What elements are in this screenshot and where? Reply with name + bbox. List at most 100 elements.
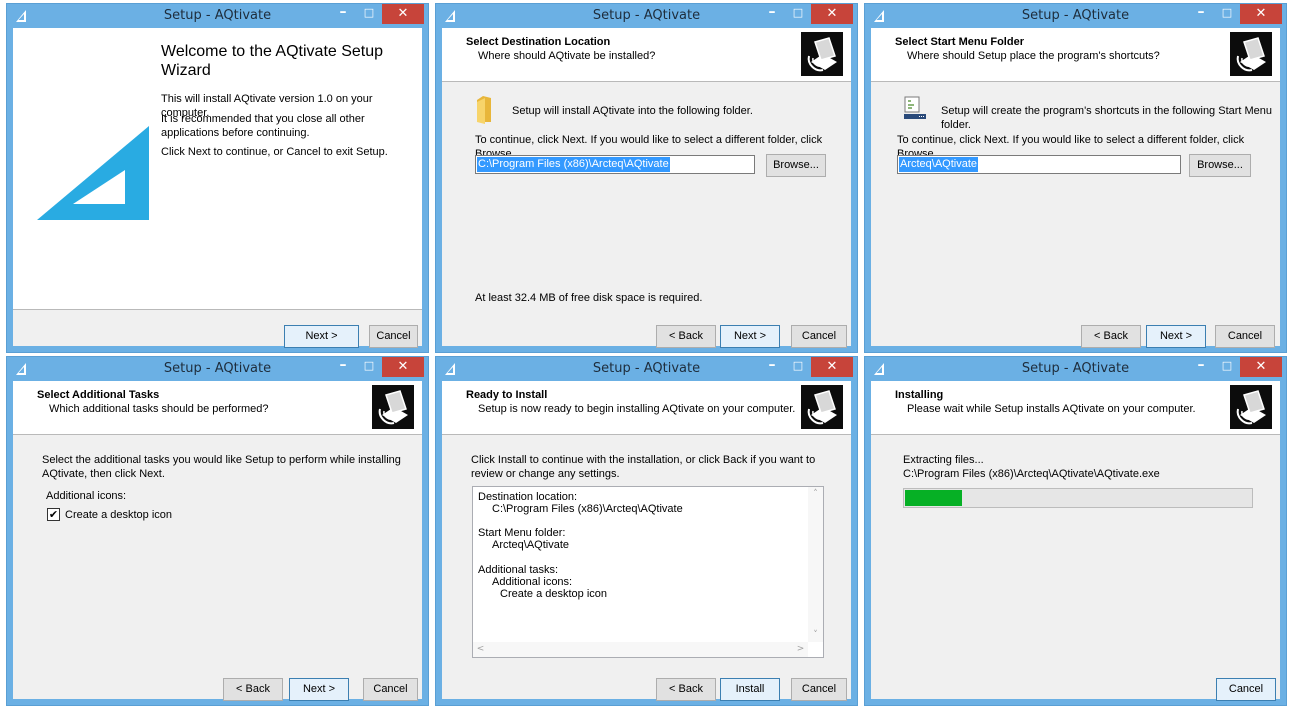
back-button[interactable]: < Back [223, 678, 283, 701]
close-button[interactable]: ✕ [1240, 357, 1282, 377]
memo-startmenu-value: Arcteq\AQtivate [492, 539, 570, 551]
disk-space-note: At least 32.4 MB of free disk space is r… [475, 292, 703, 304]
title-bar[interactable]: Setup - AQtivate – □ ✕ [865, 4, 1286, 28]
maximize-button[interactable]: □ [1214, 357, 1240, 377]
close-button[interactable]: ✕ [382, 4, 424, 24]
welcome-text-3: Click Next to continue, or Cancel to exi… [161, 146, 388, 158]
startmenu-folder-input[interactable]: Arcteq\AQtivate [897, 155, 1181, 174]
tasks-instruction: Select the additional tasks you would li… [42, 454, 401, 480]
page-subtitle: Where should Setup place the program's s… [907, 50, 1160, 62]
setup-wizard-icon [801, 385, 843, 429]
title-bar[interactable]: Setup - AQtivate – □ ✕ [436, 357, 857, 381]
startmenu-info: Setup will create the program's shortcut… [941, 105, 1273, 131]
tasks-group-label: Additional icons: [46, 490, 127, 502]
wizard-header: Select Additional Tasks Which additional… [13, 381, 422, 435]
install-progress-bar [903, 488, 1253, 508]
page-title: Select Additional Tasks [37, 389, 160, 401]
next-button[interactable]: Next > [284, 325, 359, 348]
wizard-header: Installing Please wait while Setup insta… [871, 381, 1280, 435]
next-button[interactable]: Next > [720, 325, 780, 348]
setup-window-destination: Setup - AQtivate – □ ✕ Select Destinatio… [435, 3, 858, 353]
maximize-button[interactable]: □ [785, 357, 811, 377]
ready-instruction: Click Install to continue with the insta… [471, 454, 816, 480]
setup-window-tasks: Setup - AQtivate – □ ✕ Select Additional… [6, 356, 429, 706]
scroll-up-arrow[interactable]: ˄ [808, 489, 823, 499]
memo-destination-value: C:\Program Files (x86)\Arcteq\AQtivate [492, 503, 683, 515]
title-bar[interactable]: Setup - AQtivate – □ ✕ [865, 357, 1286, 381]
cancel-button[interactable]: Cancel [791, 325, 847, 348]
next-button[interactable]: Next > [289, 678, 349, 701]
install-progress-fill [905, 490, 963, 506]
browse-button[interactable]: Browse... [1189, 154, 1251, 177]
setup-window-startmenu: Setup - AQtivate – □ ✕ Select Start Menu… [864, 3, 1287, 353]
horizontal-scrollbar[interactable]: < > [473, 642, 808, 657]
close-button[interactable]: ✕ [382, 357, 424, 377]
cancel-button[interactable]: Cancel [1216, 678, 1276, 701]
memo-tasks-item: Create a desktop icon [500, 588, 608, 600]
page-title: Ready to Install [466, 389, 548, 401]
back-button[interactable]: < Back [656, 678, 716, 701]
minimize-button[interactable]: – [1188, 4, 1214, 24]
wizard-client: Select Start Menu Folder Where should Se… [871, 28, 1280, 348]
minimize-button[interactable]: – [759, 4, 785, 24]
cancel-button[interactable]: Cancel [369, 325, 418, 348]
vertical-scrollbar[interactable]: ˄ ˅ [808, 487, 823, 642]
welcome-text-2: It is recommended that you close all oth… [161, 113, 365, 139]
scroll-left-arrow[interactable]: < [473, 644, 488, 654]
wizard-client: Ready to Install Setup is now ready to b… [442, 381, 851, 701]
install-status: Extracting files... [903, 454, 984, 466]
minimize-button[interactable]: – [1188, 357, 1214, 377]
title-bar[interactable]: Setup - AQtivate – □ ✕ [436, 4, 857, 28]
desktop-icon-checkbox[interactable]: ✔ [47, 508, 60, 521]
page-subtitle: Setup is now ready to begin installing A… [478, 403, 796, 415]
page-title: Select Start Menu Folder [895, 36, 1024, 48]
setup-window-ready: Setup - AQtivate – □ ✕ Ready to Install … [435, 356, 858, 706]
minimize-button[interactable]: – [330, 4, 356, 24]
folder-icon [477, 96, 491, 124]
minimize-button[interactable]: – [330, 357, 356, 377]
back-button[interactable]: < Back [1081, 325, 1141, 348]
cancel-button[interactable]: Cancel [791, 678, 847, 701]
cancel-button[interactable]: Cancel [363, 678, 418, 701]
setup-wizard-icon [1230, 32, 1272, 76]
wizard-client: Welcome to the AQtivate Setup Wizard Thi… [13, 28, 422, 348]
setup-wizard-icon [801, 32, 843, 76]
ready-summary-memo[interactable]: Destination location: C:\Program Files (… [472, 486, 824, 658]
welcome-title: Welcome to the AQtivate Setup Wizard [161, 43, 384, 79]
setup-window-welcome: Setup - AQtivate – □ ✕ Welcome to the AQ… [6, 3, 429, 353]
next-button[interactable]: Next > [1146, 325, 1206, 348]
title-bar[interactable]: Setup - AQtivate – □ ✕ [7, 357, 428, 381]
close-button[interactable]: ✕ [811, 4, 853, 24]
close-button[interactable]: ✕ [811, 357, 853, 377]
maximize-button[interactable]: □ [1214, 4, 1240, 24]
page-subtitle: Please wait while Setup installs AQtivat… [907, 403, 1196, 415]
cancel-button[interactable]: Cancel [1215, 325, 1275, 348]
wizard-header: Ready to Install Setup is now ready to b… [442, 381, 851, 435]
wizard-header: Select Destination Location Where should… [442, 28, 851, 82]
back-button[interactable]: < Back [656, 325, 716, 348]
wizard-client: Select Additional Tasks Which additional… [13, 381, 422, 701]
scroll-down-arrow[interactable]: ˅ [808, 630, 823, 640]
maximize-button[interactable]: □ [356, 357, 382, 377]
startmenu-folder-value: Arcteq\AQtivate [899, 157, 979, 172]
start-menu-folder-icon [904, 96, 926, 119]
wizard-client: Select Destination Location Where should… [442, 28, 851, 348]
maximize-button[interactable]: □ [785, 4, 811, 24]
install-button[interactable]: Install [720, 678, 780, 701]
browse-button[interactable]: Browse... [766, 154, 826, 177]
close-button[interactable]: ✕ [1240, 4, 1282, 24]
maximize-button[interactable]: □ [356, 4, 382, 24]
destination-path-input[interactable]: C:\Program Files (x86)\Arcteq\AQtivate [475, 155, 755, 174]
page-subtitle: Which additional tasks should be perform… [49, 403, 269, 415]
aqtivate-logo-icon [37, 126, 149, 220]
destination-path-value: C:\Program Files (x86)\Arcteq\AQtivate [477, 157, 670, 172]
minimize-button[interactable]: – [759, 357, 785, 377]
setup-wizard-icon [1230, 385, 1272, 429]
setup-window-installing: Setup - AQtivate – □ ✕ Installing Please… [864, 356, 1287, 706]
scroll-right-arrow[interactable]: > [793, 644, 808, 654]
page-title: Select Destination Location [466, 36, 611, 48]
title-bar[interactable]: Setup - AQtivate – □ ✕ [7, 4, 428, 28]
install-current-file: C:\Program Files (x86)\Arcteq\AQtivate\A… [903, 468, 1160, 480]
page-title: Installing [895, 389, 944, 401]
desktop-icon-checkbox-label[interactable]: Create a desktop icon [65, 508, 172, 522]
